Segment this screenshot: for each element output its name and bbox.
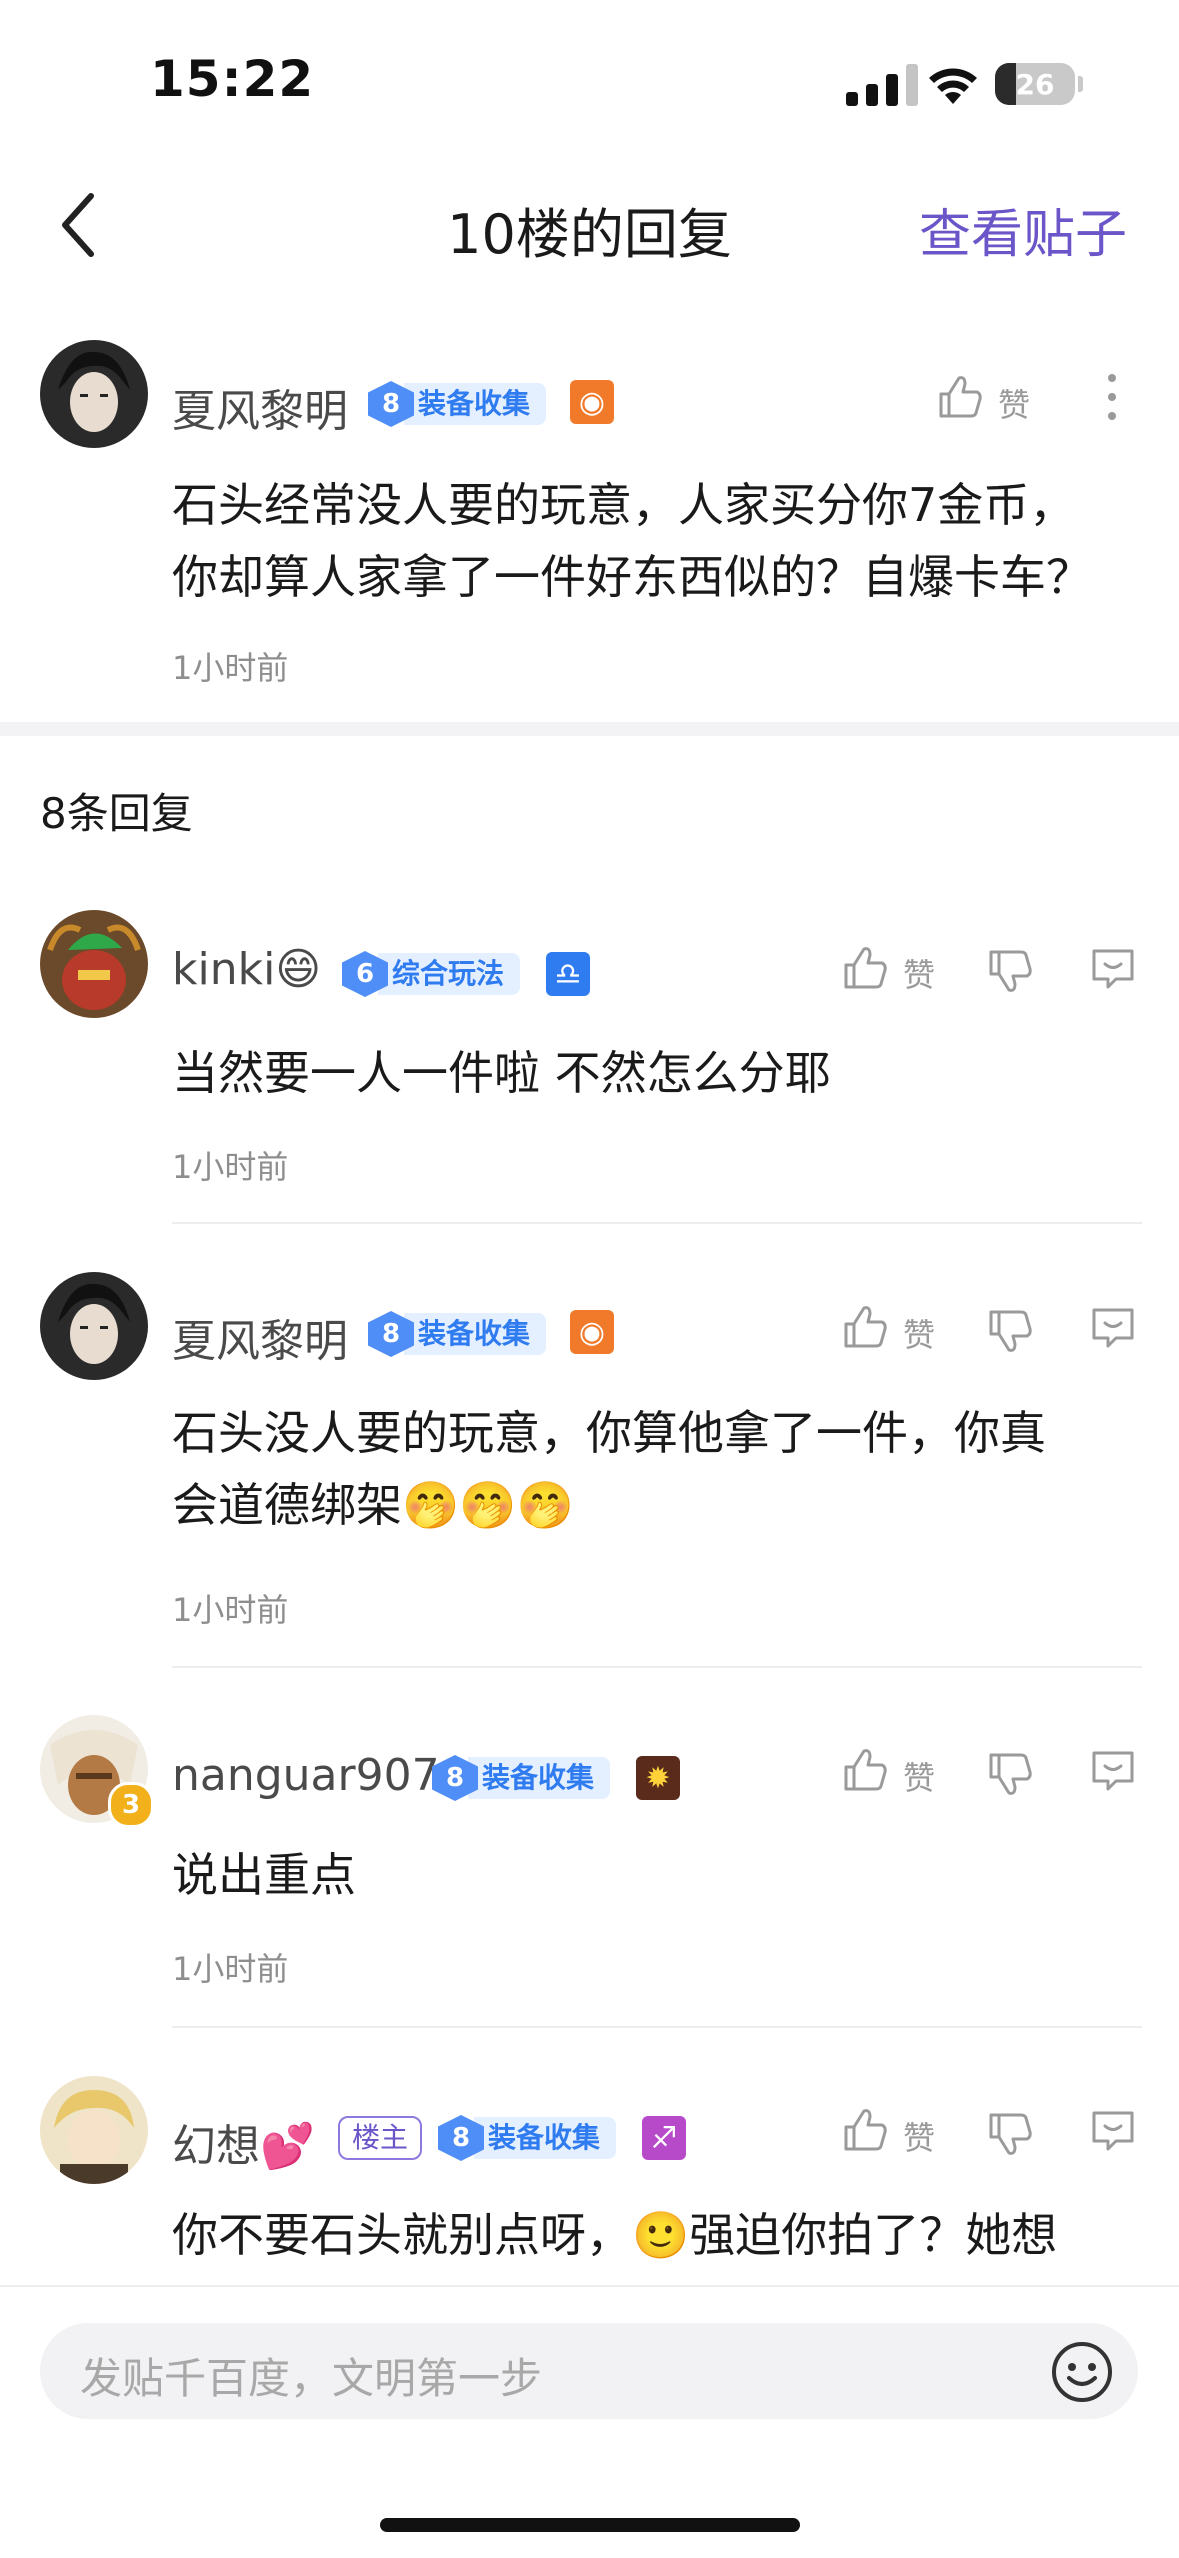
avatar[interactable]: [40, 910, 148, 1018]
reply-comment-icon[interactable]: [1088, 2105, 1138, 2155]
level-badge: 6 综合玩法: [342, 951, 521, 997]
like-label[interactable]: 赞: [998, 380, 1030, 426]
like-label[interactable]: 赞: [903, 1310, 935, 1356]
cellular-signal-icon: [846, 64, 918, 106]
reply-comment-icon[interactable]: [1088, 1745, 1138, 1795]
level-tag: 装备收集: [468, 1757, 611, 1799]
username[interactable]: 幻想💕: [172, 2110, 315, 2174]
reply-text-line-2: 会道德绑架🤭🤭🤭: [172, 1478, 574, 1532]
flame-face-icon: ◉: [570, 380, 614, 424]
sagittarius-icon: ♐: [642, 2116, 686, 2160]
level-tag: 装备收集: [404, 383, 547, 425]
more-options-icon[interactable]: [1100, 372, 1124, 422]
level-badge: 8 装备收集: [368, 381, 547, 427]
like-label[interactable]: 赞: [903, 1753, 935, 1799]
thumbs-up-icon[interactable]: [840, 2105, 890, 2155]
level-badge: 8 装备收集: [368, 1311, 547, 1357]
username[interactable]: kinki😄: [172, 944, 321, 995]
emoji-icon[interactable]: [1050, 2340, 1114, 2404]
reply-comment-icon[interactable]: [1088, 1302, 1138, 1352]
libra-icon: ♎: [546, 952, 590, 996]
thumbs-down-icon[interactable]: [985, 1306, 1035, 1356]
view-post-link[interactable]: 查看贴子: [919, 192, 1127, 267]
username[interactable]: 夏风黎明: [172, 1305, 348, 1369]
level-tag: 综合玩法: [378, 953, 521, 995]
post-text-line-2: 你却算人家拿了一件好东西似的？自爆卡车？: [172, 550, 1092, 604]
reply-separator: [172, 1222, 1142, 1224]
sun-icon: ✹: [636, 1756, 680, 1800]
section-divider: [0, 722, 1179, 736]
thumbs-down-icon[interactable]: [985, 946, 1035, 996]
level-tag: 装备收集: [404, 1313, 547, 1355]
avatar[interactable]: [40, 1272, 148, 1380]
reply-text-line-1: 石头没人要的玩意，你算他拿了一件，你真: [172, 1406, 1046, 1460]
owner-tag: 楼主: [338, 2116, 423, 2160]
reply-time: 1小时前: [172, 1148, 289, 1186]
reply-comment-icon[interactable]: [1088, 943, 1138, 993]
reply-time: 1小时前: [172, 1591, 289, 1629]
like-label[interactable]: 赞: [903, 2113, 935, 2159]
flame-face-icon: ◉: [570, 1310, 614, 1354]
post-text-line-1: 石头经常没人要的玩意，人家买分你7金币，: [172, 478, 1076, 532]
level-badge: 8 装备收集: [438, 2115, 617, 2161]
comment-input-placeholder[interactable]: 发贴千百度，文明第一步: [80, 2345, 542, 2406]
wifi-icon: [929, 68, 977, 104]
thumbs-up-icon[interactable]: [840, 1745, 890, 1795]
level-badge: 8 装备收集: [432, 1755, 611, 1801]
username[interactable]: 夏风黎明: [172, 375, 348, 439]
post-time: 1小时前: [172, 649, 289, 687]
avatar-rank-badge: 3: [108, 1782, 154, 1828]
status-time: 15:22: [150, 50, 315, 108]
reply-separator: [172, 1666, 1142, 1668]
home-indicator[interactable]: [380, 2518, 800, 2532]
reply-time: 1小时前: [172, 1950, 289, 1988]
username[interactable]: nanguar907: [172, 1750, 440, 1801]
thumbs-up-icon[interactable]: [935, 372, 985, 422]
battery-percent: 26: [1015, 68, 1055, 101]
level-tag: 装备收集: [474, 2117, 617, 2159]
thumbs-down-icon[interactable]: [985, 1749, 1035, 1799]
reply-text-line-1: 你不要石头就别点呀，🙂强迫你拍了？她想: [172, 2208, 1058, 2262]
battery-icon: 26: [995, 63, 1075, 105]
avatar[interactable]: [40, 340, 148, 448]
battery-nub: [1078, 76, 1083, 92]
reply-separator: [172, 2026, 1142, 2028]
like-label[interactable]: 赞: [903, 950, 935, 996]
thumbs-down-icon[interactable]: [985, 2109, 1035, 2159]
avatar[interactable]: [40, 2076, 148, 2184]
reply-text-line-1: 说出重点: [172, 1848, 356, 1902]
thumbs-up-icon[interactable]: [840, 1302, 890, 1352]
thumbs-up-icon[interactable]: [840, 943, 890, 993]
reply-text-line-1: 当然要一人一件啦 不然怎么分耶: [172, 1046, 831, 1100]
reply-count: 8条回复: [40, 789, 193, 838]
